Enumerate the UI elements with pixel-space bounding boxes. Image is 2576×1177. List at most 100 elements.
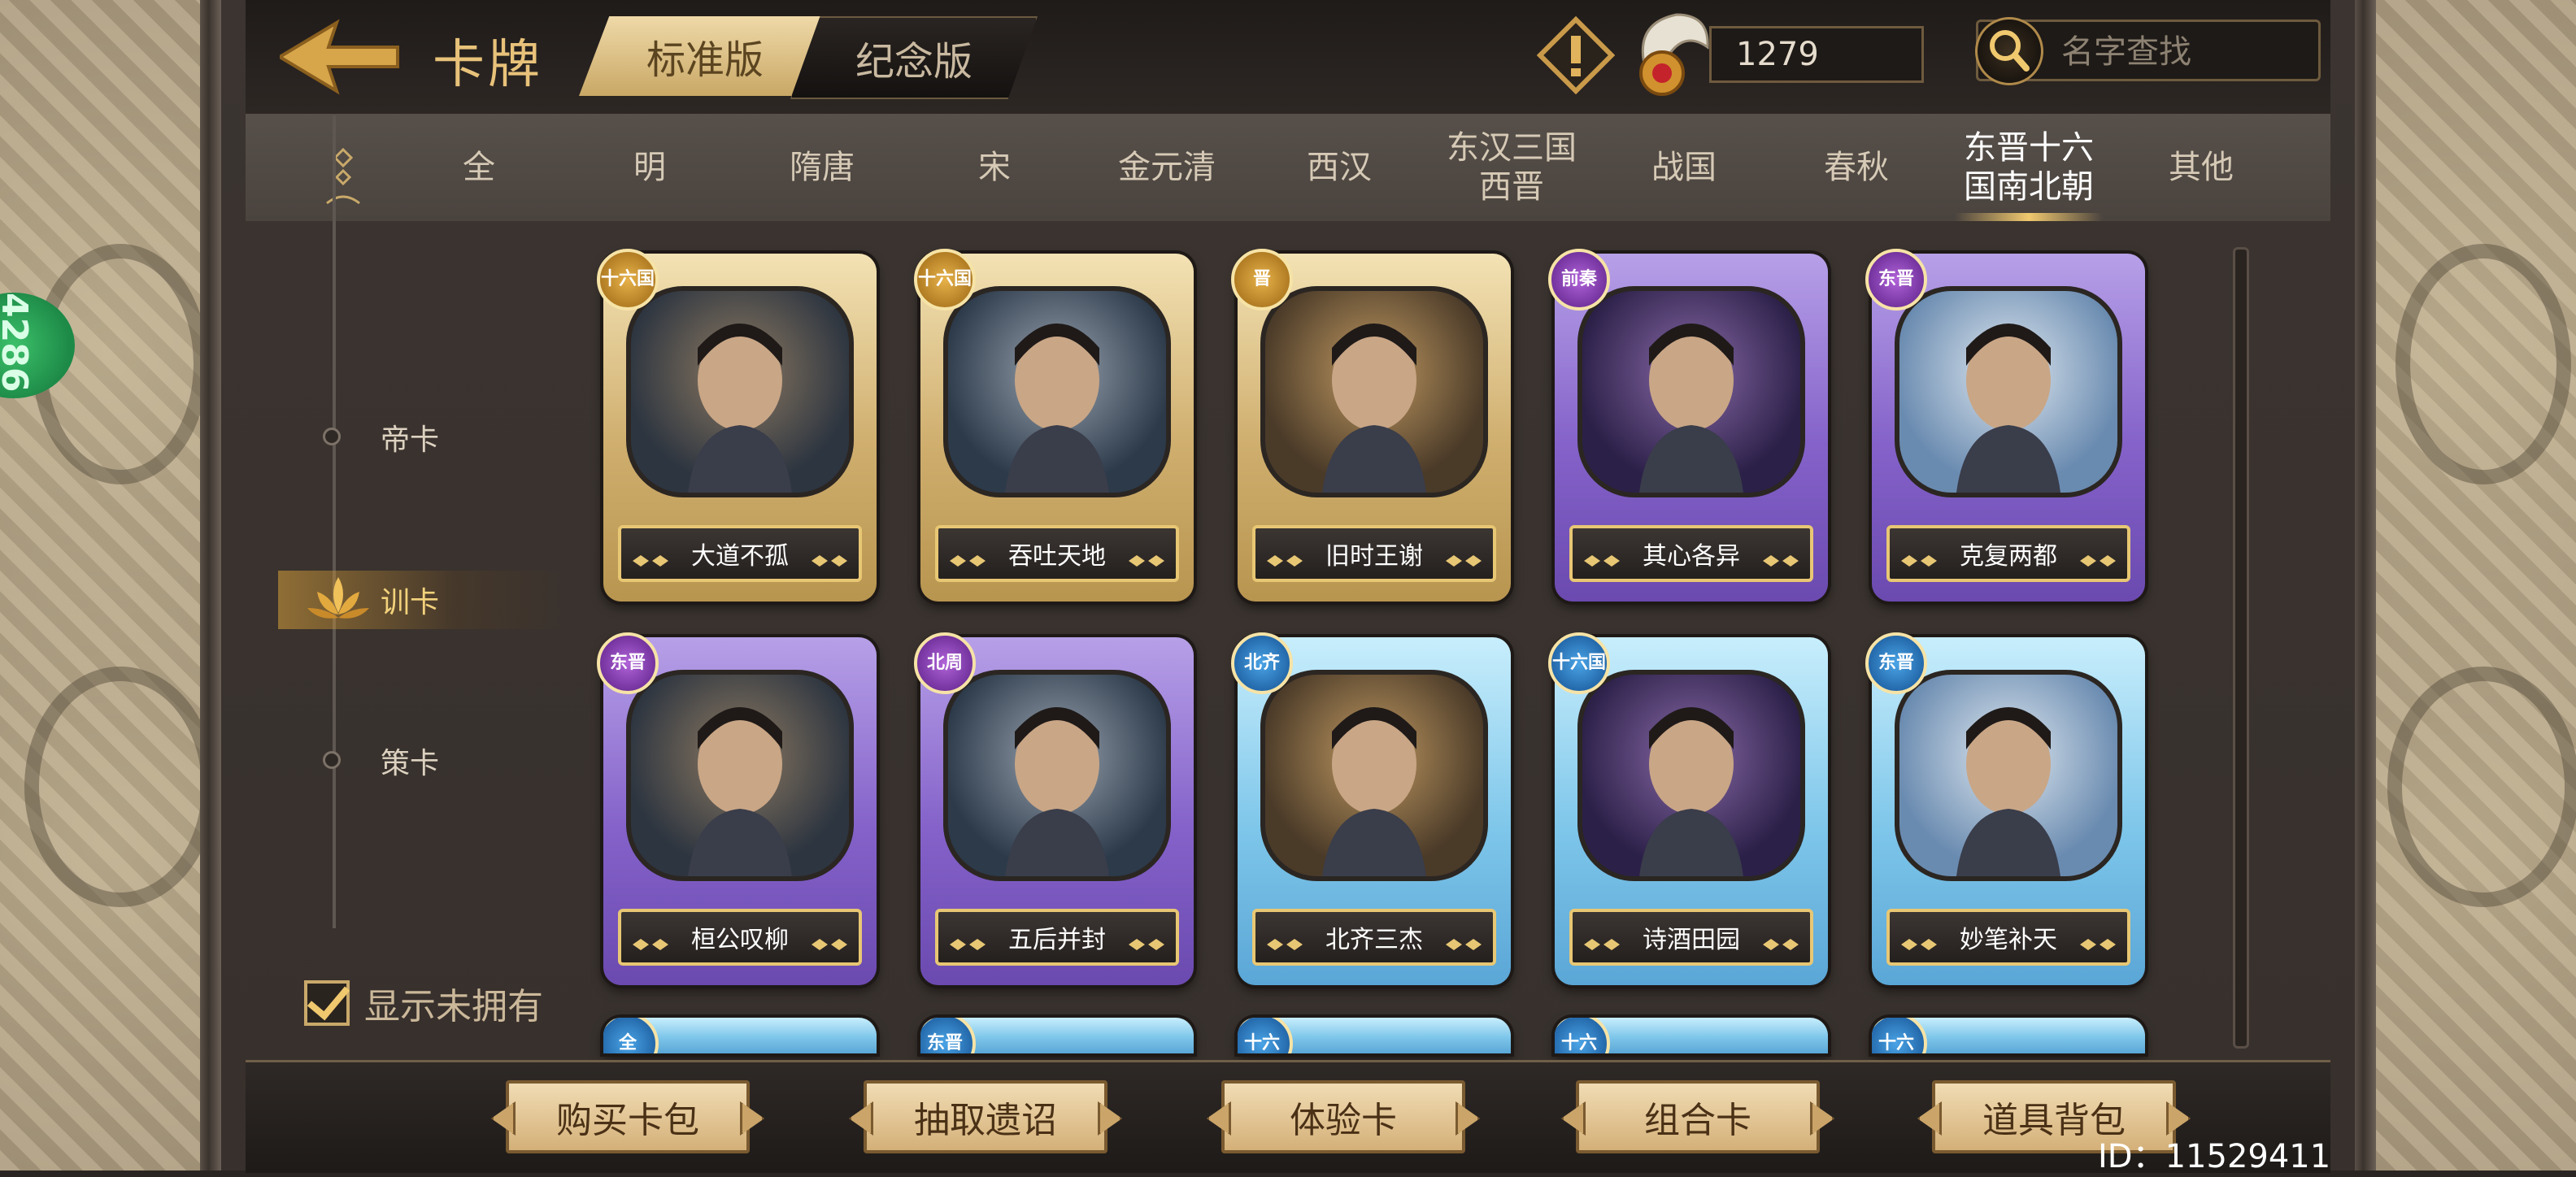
card-item[interactable]: 北齐北齐三杰 xyxy=(1231,632,1511,985)
card-name: 吞吐天地 xyxy=(1008,542,1106,571)
card-item-partial[interactable]: 十六 xyxy=(1238,1018,1511,1053)
ornament-icon xyxy=(812,930,847,950)
tab-label-line: 东晋十六 xyxy=(1964,129,2094,167)
card-item[interactable]: 前秦 其心各异 xyxy=(1548,249,1828,602)
combo-card-button[interactable]: 组合卡 xyxy=(1576,1080,1820,1153)
card-name-bar: 吞吐天地 xyxy=(935,525,1179,582)
faction-badge: 十六国 xyxy=(597,249,659,311)
ornament-icon xyxy=(633,546,668,567)
ornament-icon xyxy=(1901,930,1937,950)
tab-era-warring-states[interactable]: 战国 xyxy=(1599,114,1769,221)
faction-badge: 东晋 xyxy=(1865,249,1927,311)
ornament-icon xyxy=(1584,930,1620,950)
draw-edict-button[interactable]: 抽取遗诏 xyxy=(864,1080,1107,1153)
tab-commemorative-edition[interactable]: 纪念版 xyxy=(790,16,1038,99)
card-item[interactable]: 东晋妙笔补天 xyxy=(1865,632,2145,985)
card-item-partial[interactable]: 全 xyxy=(603,1018,877,1053)
ornament-icon xyxy=(2080,930,2116,950)
card-portrait xyxy=(1260,670,1488,881)
faction-badge: 十六国 xyxy=(914,249,976,311)
ornament-icon xyxy=(812,546,847,567)
left-decor-panel: 4286 xyxy=(0,0,221,1170)
card-name: 其心各异 xyxy=(1643,542,1740,571)
search-input[interactable] xyxy=(2060,27,2307,77)
card-portrait xyxy=(626,286,854,497)
card-item-partial[interactable]: 十六 xyxy=(1555,1018,1828,1053)
era-tabs: 全 明 隋唐 宋 金元清 西汉 东汉三国 西晋 战国 春秋 东晋十六 国南北朝 … xyxy=(246,114,2330,221)
card-item[interactable]: 北周 五后并封 xyxy=(914,632,1194,985)
nav-item-training-card[interactable]: 训卡 xyxy=(246,567,571,632)
tab-era-jin-yuan-qing[interactable]: 金元清 xyxy=(1081,114,1252,221)
faction-badge: 东晋 xyxy=(1865,632,1927,694)
warning-icon[interactable] xyxy=(1536,15,1616,95)
nav-item-label: 训卡 xyxy=(381,586,440,619)
tab-standard-edition[interactable]: 标准版 xyxy=(579,16,831,96)
nav-item-strategy-card[interactable]: 策卡 xyxy=(246,728,538,793)
faction-badge: 北齐 xyxy=(1231,632,1293,694)
card-name-bar: 妙笔补天 xyxy=(1886,909,2130,966)
faction-badge: 晋 xyxy=(1231,249,1293,311)
user-id: ID：11529411 xyxy=(2098,1138,2331,1175)
faction-badge: 全 xyxy=(603,1018,659,1053)
card-item[interactable]: 十六国吞吐天地 xyxy=(914,249,1194,602)
card-item[interactable]: 十六国诗酒田园 xyxy=(1548,632,1828,985)
ornament-icon xyxy=(1129,930,1164,950)
card-portrait xyxy=(943,286,1171,497)
show-unowned-toggle[interactable]: 显示未拥有 xyxy=(304,977,543,1029)
trial-card-button[interactable]: 体验卡 xyxy=(1221,1080,1465,1153)
ornament-icon xyxy=(1129,546,1164,567)
grid-scrollbar[interactable] xyxy=(2233,247,2249,1049)
nav-item-emperor-card[interactable]: 帝卡 xyxy=(246,405,538,470)
card-name: 妙笔补天 xyxy=(1960,926,2057,954)
card-name: 诗酒田园 xyxy=(1643,926,1740,954)
card-item[interactable]: 晋旧时王谢 xyxy=(1231,249,1511,602)
search-box[interactable] xyxy=(1975,17,2321,85)
card-name-bar: 大道不孤 xyxy=(618,525,862,582)
ornament-icon xyxy=(1763,930,1799,950)
card-name-bar: 其心各异 xyxy=(1569,525,1813,582)
card-type-nav: 帝卡 训卡 策卡 显示未拥有 xyxy=(246,115,587,1057)
card-item[interactable]: 东晋 桓公叹柳 xyxy=(597,632,877,985)
tab-era-other[interactable]: 其他 xyxy=(2116,114,2287,221)
card-portrait xyxy=(1895,286,2122,497)
card-portrait xyxy=(1577,670,1805,881)
nav-item-label: 帝卡 xyxy=(381,423,440,457)
page-title: 卡牌 xyxy=(433,35,543,95)
card-name-bar: 诗酒田园 xyxy=(1569,909,1813,966)
lotus-icon xyxy=(304,572,372,624)
tab-label-line: 西晋 xyxy=(1479,168,1544,206)
tab-era-eastern-han-three-kingdoms[interactable]: 东汉三国 西晋 xyxy=(1426,114,1597,221)
card-name: 北齐三杰 xyxy=(1325,926,1423,954)
tab-era-ming[interactable]: 明 xyxy=(564,114,735,221)
card-name-bar: 旧时王谢 xyxy=(1252,525,1496,582)
tab-era-eastern-jin-northern-southern[interactable]: 东晋十六 国南北朝 xyxy=(1943,114,2114,221)
ornament-icon xyxy=(1446,546,1482,567)
ornament-icon xyxy=(1763,546,1799,567)
tab-era-western-han[interactable]: 西汉 xyxy=(1254,114,1425,221)
header-bar: 卡牌 标准版 纪念版 1279 xyxy=(246,0,2330,116)
card-name: 旧时王谢 xyxy=(1325,542,1423,571)
tab-era-song[interactable]: 宋 xyxy=(909,114,1080,221)
dragon-ornament xyxy=(2395,244,2571,484)
feather-coin-icon xyxy=(1628,7,1717,104)
ornament-icon xyxy=(1901,546,1937,567)
card-item-partial[interactable]: 东晋 xyxy=(920,1018,1194,1053)
ornament-icon xyxy=(1584,546,1620,567)
bottom-action-bar: 购买卡包 抽取遗诏 体验卡 组合卡 道具背包 xyxy=(246,1060,2330,1173)
card-item-partial[interactable]: 十六 xyxy=(1872,1018,2145,1053)
search-icon[interactable] xyxy=(1975,17,2043,85)
tab-label-line: 国南北朝 xyxy=(1964,168,2094,206)
card-name-bar: 北齐三杰 xyxy=(1252,909,1496,966)
ornament-icon xyxy=(1446,930,1482,950)
card-portrait xyxy=(1260,286,1488,497)
faction-badge: 十六国 xyxy=(1548,632,1610,694)
card-item[interactable]: 东晋 克复两都 xyxy=(1865,249,2145,602)
tab-era-all[interactable]: 全 xyxy=(394,114,564,221)
ornament-icon xyxy=(950,930,986,950)
card-item[interactable]: 十六国大道不孤 xyxy=(597,249,877,602)
show-unowned-checkbox[interactable] xyxy=(304,980,350,1026)
buy-card-pack-button[interactable]: 购买卡包 xyxy=(506,1080,750,1153)
tab-era-sui-tang[interactable]: 隋唐 xyxy=(737,114,907,221)
back-button[interactable] xyxy=(276,16,402,98)
tab-era-spring-autumn[interactable]: 春秋 xyxy=(1771,114,1942,221)
